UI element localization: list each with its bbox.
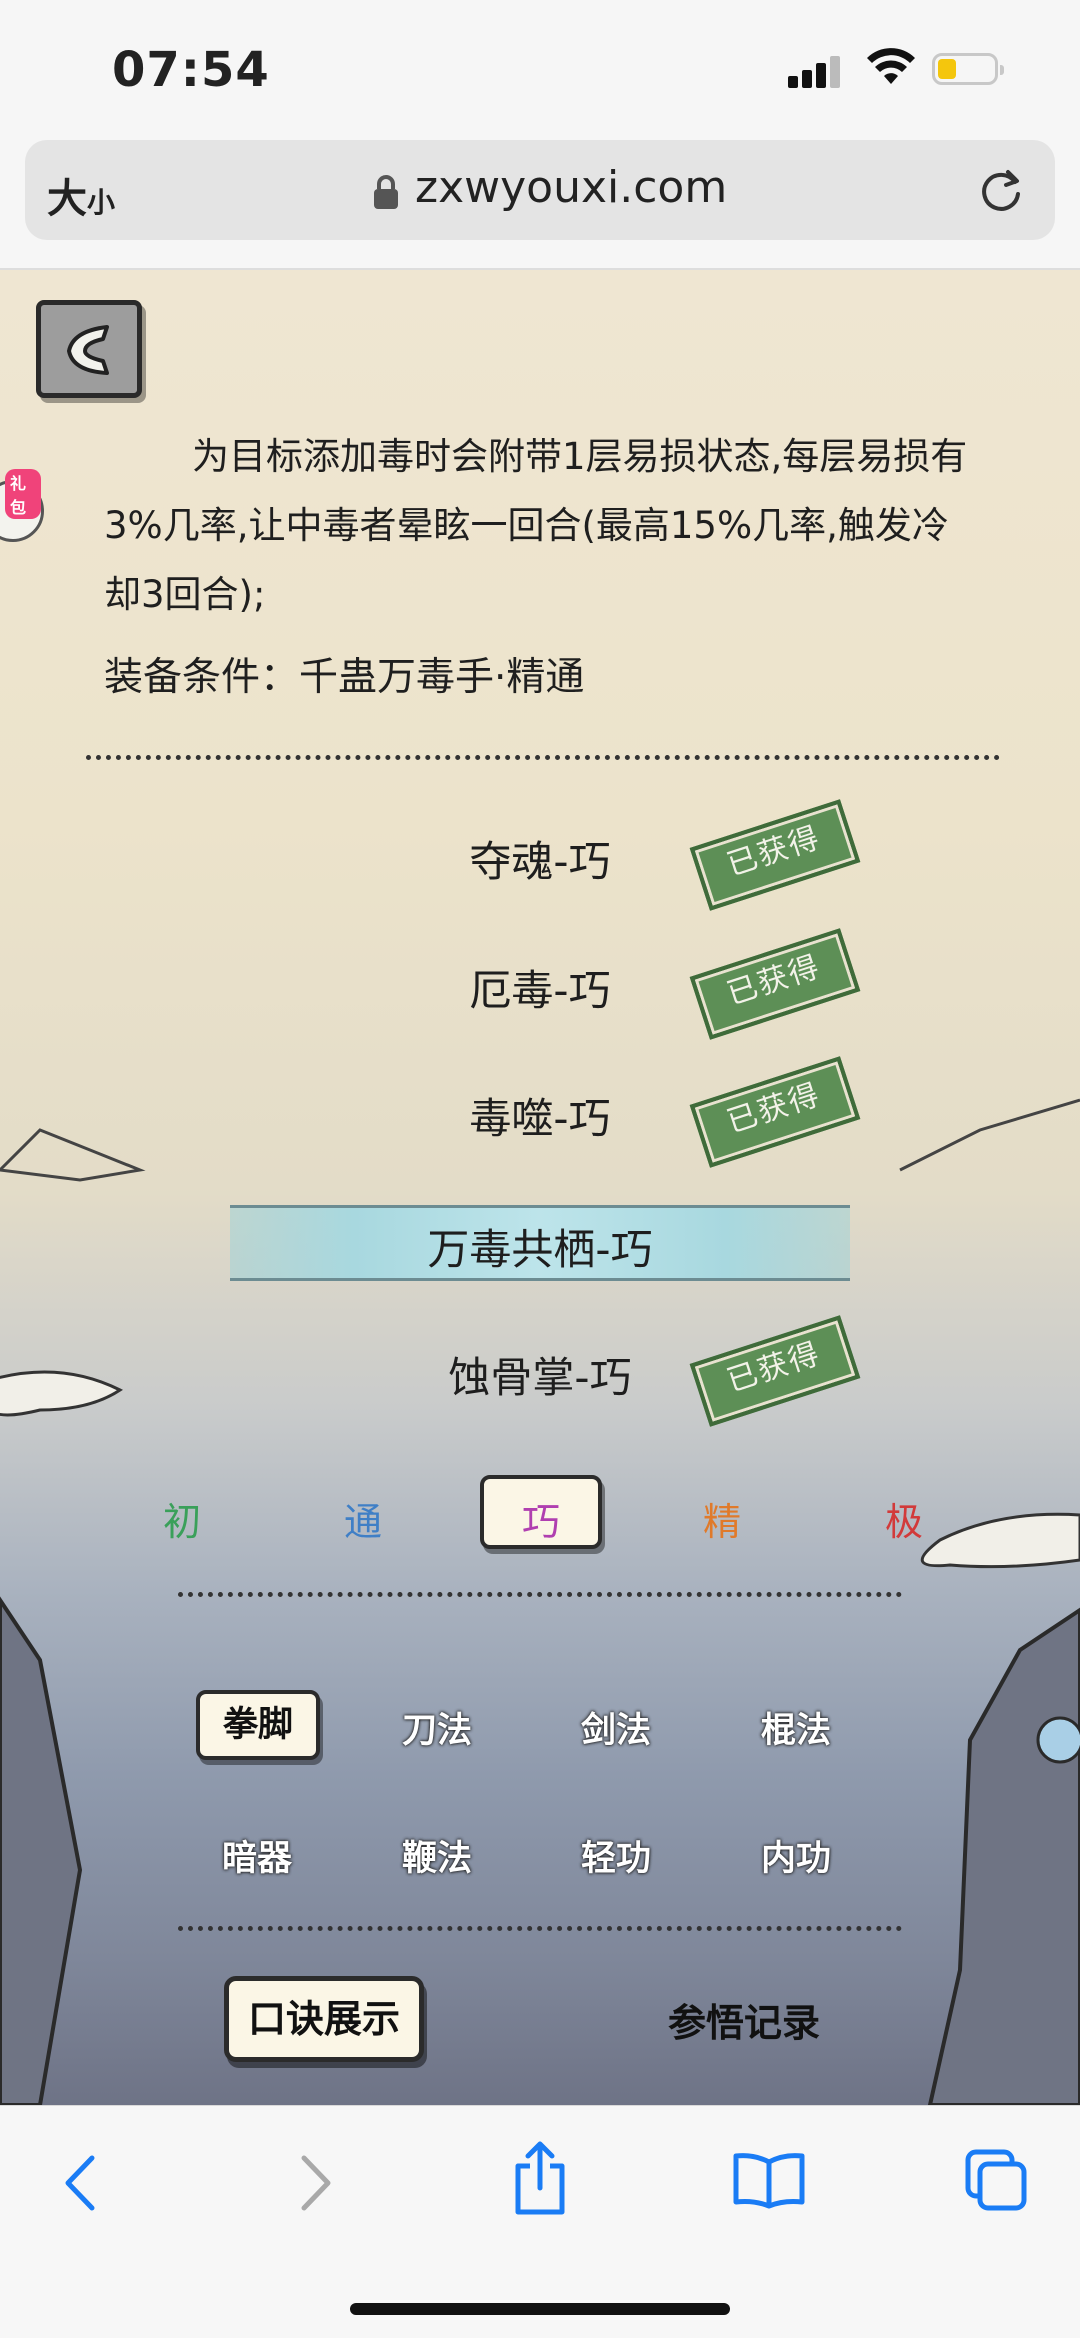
technique-row[interactable]: 厄毒-巧 已获得 <box>0 928 1080 1040</box>
lock-icon <box>374 175 398 209</box>
technique-name: 夺魂-巧 <box>469 837 611 886</box>
home-indicator[interactable] <box>350 2303 730 2315</box>
technique-name: 蚀骨掌-巧 <box>448 1353 632 1402</box>
tier-tab-ji[interactable]: 极 <box>864 1491 944 1546</box>
divider <box>86 755 1000 760</box>
reload-icon[interactable] <box>975 164 1027 216</box>
status-bar: 07:54 <box>0 0 1080 140</box>
browser-toolbar <box>0 2105 1080 2338</box>
technique-row[interactable]: 毒噬-巧 已获得 <box>0 1056 1080 1168</box>
chevron-left-icon <box>67 325 109 375</box>
category-tab-daofa[interactable]: 刀法 <box>372 1702 502 1753</box>
comprehension-record-button[interactable]: 参悟记录 <box>668 1992 820 2047</box>
text-size-button[interactable]: 大小 <box>47 166 115 224</box>
obtained-stamp: 已获得 <box>689 1315 861 1427</box>
technique-row-selected[interactable]: 万毒共栖-巧 <box>230 1205 850 1281</box>
url-text[interactable]: zxwyouxi.com <box>415 162 727 213</box>
obtained-stamp: 已获得 <box>689 928 861 1040</box>
category-tab-quanjiao[interactable]: 拳脚 <box>196 1690 320 1760</box>
back-icon[interactable] <box>56 2148 106 2218</box>
gift-badge: 礼包 <box>5 469 41 519</box>
divider <box>178 1926 902 1931</box>
forward-icon[interactable] <box>290 2148 340 2218</box>
obtained-stamp: 已获得 <box>689 799 861 911</box>
address-bar[interactable]: 大小 zxwyouxi.com <box>25 140 1055 240</box>
technique-name: 厄毒-巧 <box>469 966 611 1015</box>
text-size-large-label: 大 <box>47 176 87 222</box>
wifi-icon <box>867 48 915 84</box>
skill-description: 为目标添加毒时会附带1层易损状态,每层易损有3%几率,让中毒者晕眩一回合(最高1… <box>104 435 968 616</box>
cellular-signal-icon <box>788 54 844 88</box>
share-icon[interactable] <box>508 2138 572 2218</box>
clock: 07:54 <box>112 42 270 98</box>
game-viewport[interactable]: 礼包 为目标添加毒时会附带1层易损状态,每层易损有3%几率,让中毒者晕眩一回合(… <box>0 270 1080 2105</box>
bookmarks-icon[interactable] <box>732 2150 806 2210</box>
tier-tab-qiao[interactable]: 巧 <box>501 1491 581 1546</box>
technique-row[interactable]: 蚀骨掌-巧 已获得 <box>0 1315 1080 1427</box>
technique-name: 毒噬-巧 <box>469 1094 611 1143</box>
tier-tab-jing[interactable]: 精 <box>682 1491 762 1546</box>
obtained-stamp: 已获得 <box>689 1056 861 1168</box>
back-button[interactable] <box>36 300 142 398</box>
tier-tab-chu[interactable]: 初 <box>142 1491 222 1546</box>
battery-icon <box>932 53 1004 85</box>
tabs-icon[interactable] <box>962 2146 1032 2216</box>
tier-tab-tong[interactable]: 通 <box>323 1491 403 1546</box>
category-tab-gunfa[interactable]: 棍法 <box>731 1702 861 1753</box>
technique-row[interactable]: 夺魂-巧 已获得 <box>0 799 1080 911</box>
category-tab-jianfa[interactable]: 剑法 <box>551 1702 681 1753</box>
category-tab-qinggong[interactable]: 轻功 <box>551 1830 681 1881</box>
formula-show-button[interactable]: 口诀展示 <box>224 1976 424 2062</box>
category-tab-bianfa[interactable]: 鞭法 <box>372 1830 502 1881</box>
technique-name: 万毒共栖-巧 <box>427 1225 653 1274</box>
tier-tabs: 初 通 巧 精 极 <box>0 1475 1080 1555</box>
category-tab-neigong[interactable]: 内功 <box>731 1830 861 1881</box>
equip-condition: 装备条件：千蛊万毒手·精通 <box>104 655 585 700</box>
divider <box>178 1592 902 1597</box>
text-size-small-label: 小 <box>87 186 116 219</box>
category-tab-anqi[interactable]: 暗器 <box>192 1830 322 1881</box>
